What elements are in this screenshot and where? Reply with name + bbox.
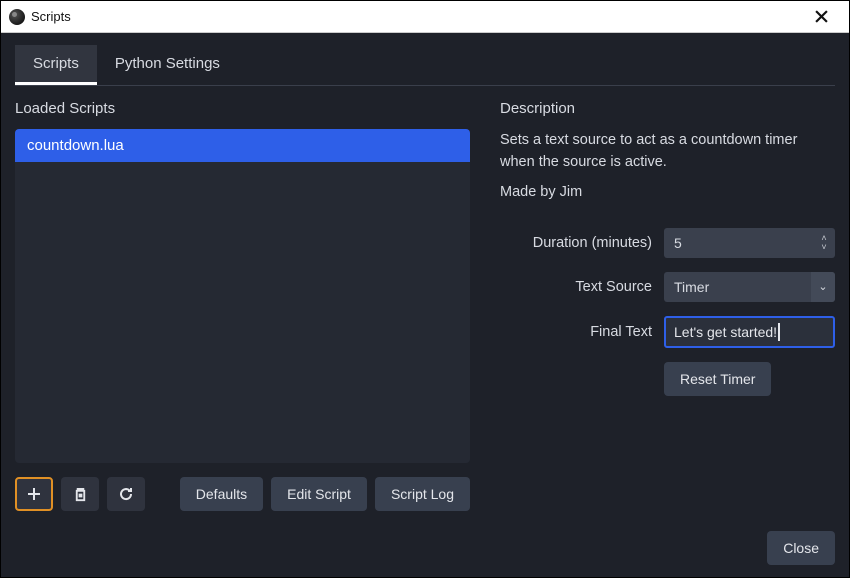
text-source-label: Text Source xyxy=(500,279,664,295)
footer: Close xyxy=(15,531,835,565)
author-text: Made by Jim xyxy=(500,184,835,200)
description-text: Sets a text source to act as a countdown… xyxy=(500,129,835,174)
edit-script-button[interactable]: Edit Script xyxy=(271,477,367,511)
chevron-down-icon[interactable]: ⌄ xyxy=(811,272,835,302)
text-source-select[interactable]: Timer ⌄ xyxy=(664,272,835,302)
plus-icon xyxy=(26,486,42,502)
window-close-button[interactable] xyxy=(801,1,841,32)
tabs: Scripts Python Settings xyxy=(15,45,835,86)
remove-script-button[interactable] xyxy=(61,477,99,511)
final-text-input[interactable]: Let's get started! xyxy=(664,316,835,348)
close-button[interactable]: Close xyxy=(767,531,835,565)
text-source-value: Timer xyxy=(674,279,709,295)
final-text-value: Let's get started! xyxy=(674,324,777,340)
final-text-label: Final Text xyxy=(500,324,664,340)
content-area: Scripts Python Settings Loaded Scripts c… xyxy=(1,33,849,577)
left-panel: Loaded Scripts countdown.lua Defaults xyxy=(15,100,470,511)
tab-scripts[interactable]: Scripts xyxy=(15,45,97,85)
script-list[interactable]: countdown.lua xyxy=(15,129,470,463)
description-label: Description xyxy=(500,100,835,117)
defaults-button[interactable]: Defaults xyxy=(180,477,263,511)
duration-stepper[interactable]: ˄ ˅ xyxy=(817,228,831,258)
trash-icon xyxy=(73,487,88,502)
titlebar: Scripts xyxy=(1,1,849,33)
duration-input[interactable]: 5 ˄ ˅ xyxy=(664,228,835,258)
right-panel: Description Sets a text source to act as… xyxy=(500,100,835,511)
script-log-button[interactable]: Script Log xyxy=(375,477,470,511)
final-text-row: Final Text Let's get started! xyxy=(500,316,835,348)
main: Loaded Scripts countdown.lua Defaults xyxy=(15,100,835,511)
scripts-window: Scripts Scripts Python Settings Loaded S… xyxy=(0,0,850,578)
reset-timer-button[interactable]: Reset Timer xyxy=(664,362,771,396)
left-actions: Defaults Edit Script Script Log xyxy=(15,477,470,511)
window-title: Scripts xyxy=(31,9,801,24)
chevron-down-icon[interactable]: ˅ xyxy=(817,243,831,252)
text-source-row: Text Source Timer ⌄ xyxy=(500,272,835,302)
reload-scripts-button[interactable] xyxy=(107,477,145,511)
reset-row: Reset Timer xyxy=(500,362,835,396)
text-cursor xyxy=(778,323,780,341)
duration-label: Duration (minutes) xyxy=(500,235,664,251)
duration-row: Duration (minutes) 5 ˄ ˅ xyxy=(500,228,835,258)
add-script-button[interactable] xyxy=(15,477,53,511)
script-item-selected[interactable]: countdown.lua xyxy=(15,129,470,162)
duration-value: 5 xyxy=(674,235,682,251)
refresh-icon xyxy=(118,486,134,502)
app-icon xyxy=(9,9,25,25)
loaded-scripts-label: Loaded Scripts xyxy=(15,100,470,117)
tab-python-settings[interactable]: Python Settings xyxy=(97,45,238,85)
